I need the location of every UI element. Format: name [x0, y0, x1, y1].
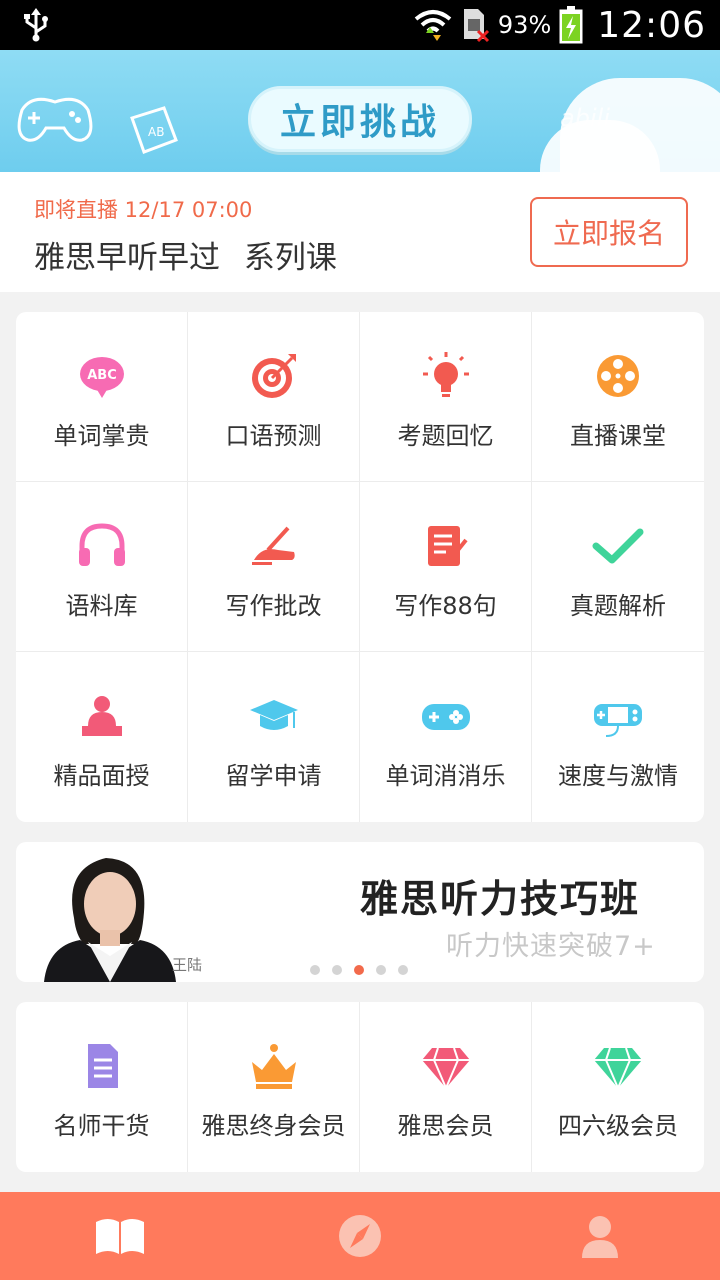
- nav-discover[interactable]: [240, 1192, 480, 1280]
- feature-corpus[interactable]: 语料库: [16, 482, 188, 652]
- status-bar: 93% 12:06: [0, 0, 720, 50]
- teacher-photo: [44, 858, 176, 982]
- wifi-icon: [414, 10, 452, 41]
- gamepad-icon: [421, 704, 470, 730]
- feature-live-class[interactable]: 直播课堂: [532, 312, 704, 482]
- feature-grid: ABC 单词掌贵 口语预测 考题回忆 直播课堂 语料库 写作批改 写作88句 真…: [16, 312, 704, 822]
- teacher-name: 王陆: [172, 956, 203, 974]
- carousel-dot[interactable]: [310, 965, 320, 975]
- abc-bubble-icon: ABC: [79, 357, 124, 398]
- feature-study-abroad[interactable]: 留学申请: [188, 652, 360, 822]
- feature-tutoring[interactable]: 精品面授: [16, 652, 188, 822]
- feature-label: 考题回忆: [397, 422, 494, 450]
- membership-grid-card: 名师干货 雅思终身会员 雅思会员 四六级会员: [16, 1002, 704, 1172]
- handheld-console-icon: [594, 704, 642, 737]
- feature-label: 速度与激情: [558, 762, 678, 790]
- svg-text:ABC: ABC: [87, 368, 117, 383]
- book-icon: [96, 1219, 144, 1254]
- feature-label: 直播课堂: [570, 422, 666, 450]
- feature-label: 语料库: [65, 592, 138, 620]
- live-course-card[interactable]: 即将直播 12/17 07:00 雅思早听早过 系列课 立即报名: [0, 172, 720, 292]
- document-icon: [87, 1044, 118, 1088]
- feature-label: 精品面授: [53, 762, 150, 790]
- ad-headline: 雅思听力技巧班: [360, 877, 641, 921]
- carousel-dots: [310, 965, 408, 975]
- feature-label: 单词掌贵: [53, 422, 150, 450]
- sim-card-icon: [463, 9, 489, 43]
- banner-deco-text: abili: [560, 104, 610, 132]
- challenge-button[interactable]: 立即挑战: [248, 86, 472, 152]
- compass-icon: [339, 1215, 381, 1257]
- diamond-icon: [421, 1047, 470, 1091]
- ad-subline: 听力快速突破7+: [446, 931, 656, 962]
- bottom-nav: [0, 1192, 720, 1280]
- feature-label: 写作88句: [394, 592, 497, 620]
- lightbulb-icon: [422, 352, 469, 397]
- battery-icon: [559, 6, 583, 44]
- feature-label: 留学申请: [225, 762, 322, 790]
- challenge-banner[interactable]: AB abili 立即挑战: [0, 50, 720, 172]
- notepad-icon: [427, 526, 468, 566]
- nav-profile[interactable]: [480, 1192, 720, 1280]
- vip-label: 雅思会员: [397, 1112, 494, 1140]
- membership-grid: 名师干货 雅思终身会员 雅思会员 四六级会员: [16, 1002, 704, 1172]
- feature-essay-correction[interactable]: 写作批改: [188, 482, 360, 652]
- user-icon: [582, 1216, 618, 1258]
- teacher-icon: [81, 696, 122, 736]
- vip-label: 四六级会员: [558, 1112, 678, 1140]
- svg-text:AB: AB: [148, 125, 164, 139]
- vip-label: 名师干货: [53, 1112, 150, 1140]
- check-icon: [592, 528, 644, 564]
- feature-past-papers[interactable]: 真题解析: [532, 482, 704, 652]
- clock: 12:06: [597, 4, 706, 46]
- feature-label: 真题解析: [570, 592, 666, 620]
- feature-speed-passion[interactable]: 速度与激情: [532, 652, 704, 822]
- carousel-dot[interactable]: [354, 965, 364, 975]
- feature-word-match-game[interactable]: 单词消消乐: [360, 652, 532, 822]
- crown-icon: [251, 1044, 296, 1089]
- usb-icon: [24, 8, 48, 42]
- battery-percent: 93%: [497, 11, 552, 39]
- carousel-dot[interactable]: [398, 965, 408, 975]
- feature-label: 单词消消乐: [385, 762, 506, 790]
- signup-button[interactable]: 立即报名: [530, 197, 688, 267]
- vip-expert-notes[interactable]: 名师干货: [16, 1002, 188, 1172]
- vip-ielts-lifetime[interactable]: 雅思终身会员: [188, 1002, 360, 1172]
- feature-grid-card: ABC 单词掌贵 口语预测 考题回忆 直播课堂 语料库 写作批改 写作88句 真…: [16, 312, 704, 822]
- course-ad-banner[interactable]: 王陆 雅思听力技巧班 听力快速突破7+: [16, 842, 704, 982]
- nav-study[interactable]: [0, 1192, 240, 1280]
- film-reel-icon: [597, 355, 639, 397]
- writing-hand-icon: [251, 526, 295, 565]
- carousel-dot[interactable]: [332, 965, 342, 975]
- feature-exam-recall[interactable]: 考题回忆: [360, 312, 532, 482]
- feature-label: 口语预测: [225, 422, 322, 450]
- carousel-dot[interactable]: [376, 965, 386, 975]
- vip-ielts[interactable]: 雅思会员: [360, 1002, 532, 1172]
- feature-label: 写作批改: [225, 592, 322, 620]
- live-course-title: 雅思早听早过 系列课: [34, 240, 337, 276]
- graduation-cap-icon: [249, 700, 298, 730]
- target-icon: [251, 354, 296, 398]
- feature-vocabulary[interactable]: ABC 单词掌贵: [16, 312, 188, 482]
- headphones-icon: [78, 523, 125, 566]
- book-doodle-icon: AB: [130, 106, 178, 154]
- feature-speaking-forecast[interactable]: 口语预测: [188, 312, 360, 482]
- vip-label: 雅思终身会员: [201, 1112, 346, 1140]
- gamepad-doodle-icon: [17, 97, 93, 142]
- diamond-icon: [594, 1047, 642, 1091]
- feature-writing-88[interactable]: 写作88句: [360, 482, 532, 652]
- vip-cet[interactable]: 四六级会员: [532, 1002, 704, 1172]
- live-time-note: 即将直播 12/17 07:00: [34, 198, 253, 222]
- challenge-label: 立即挑战: [279, 101, 440, 143]
